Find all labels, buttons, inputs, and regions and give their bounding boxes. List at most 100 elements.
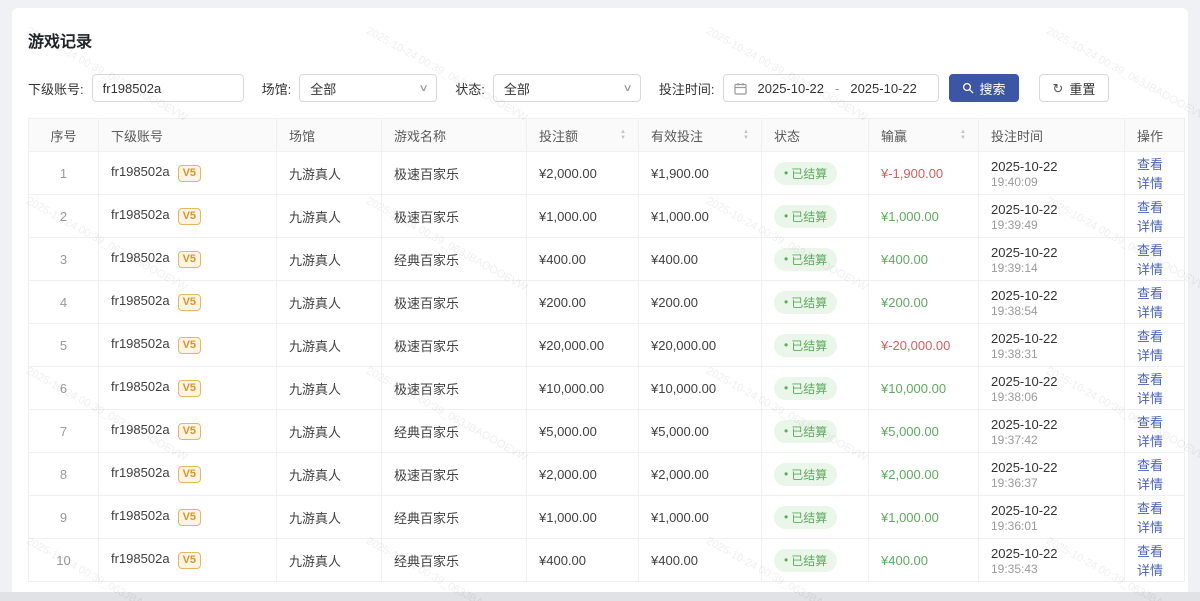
view-details-link[interactable]: 查看详情 [1137,286,1163,320]
valid-bet-value: ¥20,000.00 [651,338,716,353]
status-badge: 已结算 [774,334,837,357]
view-details-link[interactable]: 查看详情 [1137,243,1163,277]
game-name-value: 经典百家乐 [394,511,459,526]
row-index: 5 [60,338,67,353]
status-badge: 已结算 [774,162,837,185]
table-body: 1 fr198502aV5 九游真人 极速百家乐 ¥2,000.00 ¥1,90… [29,152,1185,582]
sort-icon[interactable]: ▲▼ [743,130,749,141]
filter-bar: 下级账号: 场馆: 全部 ∨ 状态: 全部 ∨ 投注时间: 2025-10-22… [28,74,1178,102]
date-range-picker[interactable]: 2025-10-22 - 2025-10-22 [723,74,939,102]
venue-value: 九游真人 [289,425,341,440]
search-button[interactable]: 搜索 [949,74,1019,102]
column-header-label: 投注时间 [991,126,1043,145]
bet-amount-value: ¥10,000.00 [539,381,604,396]
account-value: fr198502a [111,551,170,566]
bet-amount-value: ¥200.00 [539,295,586,310]
bet-time: 19:36:37 [991,476,1112,490]
account-input[interactable] [92,74,244,102]
column-header-label: 有效投注 [651,126,703,145]
search-button-label: 搜索 [980,79,1006,98]
view-details-link[interactable]: 查看详情 [1137,157,1163,191]
venue-select[interactable]: 全部 ∨ [299,74,437,102]
winloss-value: ¥400.00 [881,252,928,267]
bet-amount-value: ¥400.00 [539,553,586,568]
table-row: 8 fr198502aV5 九游真人 极速百家乐 ¥2,000.00 ¥2,00… [29,453,1185,496]
winloss-value: ¥2,000.00 [881,467,939,482]
status-select[interactable]: 全部 ∨ [493,74,641,102]
row-index: 4 [60,295,67,310]
vip-level-badge: V5 [178,294,201,311]
winloss-value: ¥1,000.00 [881,510,939,525]
date-start-value: 2025-10-22 [758,81,825,96]
bet-amount-value: ¥20,000.00 [539,338,604,353]
game-name-value: 极速百家乐 [394,210,459,225]
column-header-2: 场馆 [277,119,382,152]
view-details-link[interactable]: 查看详情 [1137,372,1163,406]
column-header-label: 输赢 [881,126,907,145]
venue-value: 九游真人 [289,511,341,526]
column-header-label: 序号 [50,126,76,145]
column-header-4[interactable]: 投注额▲▼ [527,119,639,152]
game-name-value: 极速百家乐 [394,339,459,354]
table-row: 6 fr198502aV5 九游真人 极速百家乐 ¥10,000.00 ¥10,… [29,367,1185,410]
view-details-link[interactable]: 查看详情 [1137,415,1163,449]
venue-value: 九游真人 [289,554,341,569]
bet-amount-value: ¥2,000.00 [539,467,597,482]
bet-date: 2025-10-22 [991,330,1112,347]
bet-time: 19:37:42 [991,433,1112,447]
bet-time-label: 投注时间: [659,79,715,98]
status-text: 已结算 [791,380,827,397]
bet-time: 19:39:49 [991,218,1112,232]
valid-bet-value: ¥5,000.00 [651,424,709,439]
status-badge: 已结算 [774,205,837,228]
row-index: 3 [60,252,67,267]
status-badge: 已结算 [774,420,837,443]
row-index: 7 [60,424,67,439]
status-label: 状态: [455,79,485,98]
account-value: fr198502a [111,336,170,351]
winloss-value: ¥-20,000.00 [881,338,950,353]
sort-icon[interactable]: ▲▼ [620,130,626,141]
status-text: 已结算 [791,251,827,268]
view-details-link[interactable]: 查看详情 [1137,200,1163,234]
view-details-link[interactable]: 查看详情 [1137,458,1163,492]
reset-button-label: 重置 [1069,79,1095,98]
vip-level-badge: V5 [178,509,201,526]
bet-date: 2025-10-22 [991,244,1112,261]
bet-date: 2025-10-22 [991,459,1112,476]
account-value: fr198502a [111,207,170,222]
status-text: 已结算 [791,552,827,569]
reset-button[interactable]: ↻ 重置 [1039,74,1110,102]
vip-level-badge: V5 [178,251,201,268]
status-badge: 已结算 [774,463,837,486]
reset-icon: ↻ [1053,82,1064,95]
game-name-value: 极速百家乐 [394,167,459,182]
view-details-link[interactable]: 查看详情 [1137,329,1163,363]
valid-bet-value: ¥1,000.00 [651,510,709,525]
status-text: 已结算 [791,337,827,354]
status-badge: 已结算 [774,377,837,400]
chevron-down-icon: ∨ [622,83,632,94]
view-details-link[interactable]: 查看详情 [1137,544,1163,578]
column-header-9: 操作 [1125,119,1185,152]
view-details-link[interactable]: 查看详情 [1137,501,1163,535]
row-index: 1 [60,166,67,181]
table-row: 7 fr198502aV5 九游真人 经典百家乐 ¥5,000.00 ¥5,00… [29,410,1185,453]
account-value: fr198502a [111,422,170,437]
venue-value: 九游真人 [289,167,341,182]
account-value: fr198502a [111,293,170,308]
column-header-7[interactable]: 输赢 ▲▼ [869,119,979,152]
winloss-value: ¥-1,900.00 [881,166,943,181]
account-value: fr198502a [111,508,170,523]
column-header-5[interactable]: 有效投注 ▲▼ [639,119,762,152]
valid-bet-value: ¥400.00 [651,553,698,568]
bet-date: 2025-10-22 [991,158,1112,175]
records-table: 序号下级账号场馆游戏名称投注额▲▼有效投注▲▼状态输赢▲▼投注时间操作 1 fr… [28,118,1185,582]
sort-icon[interactable]: ▲▼ [960,130,966,141]
vip-level-badge: V5 [178,466,201,483]
vip-level-badge: V5 [178,423,201,440]
chevron-down-icon: ∨ [418,83,428,94]
table-row: 10 fr198502aV5 九游真人 经典百家乐 ¥400.00 ¥400.0… [29,539,1185,582]
account-value: fr198502a [111,379,170,394]
row-index: 9 [60,510,67,525]
